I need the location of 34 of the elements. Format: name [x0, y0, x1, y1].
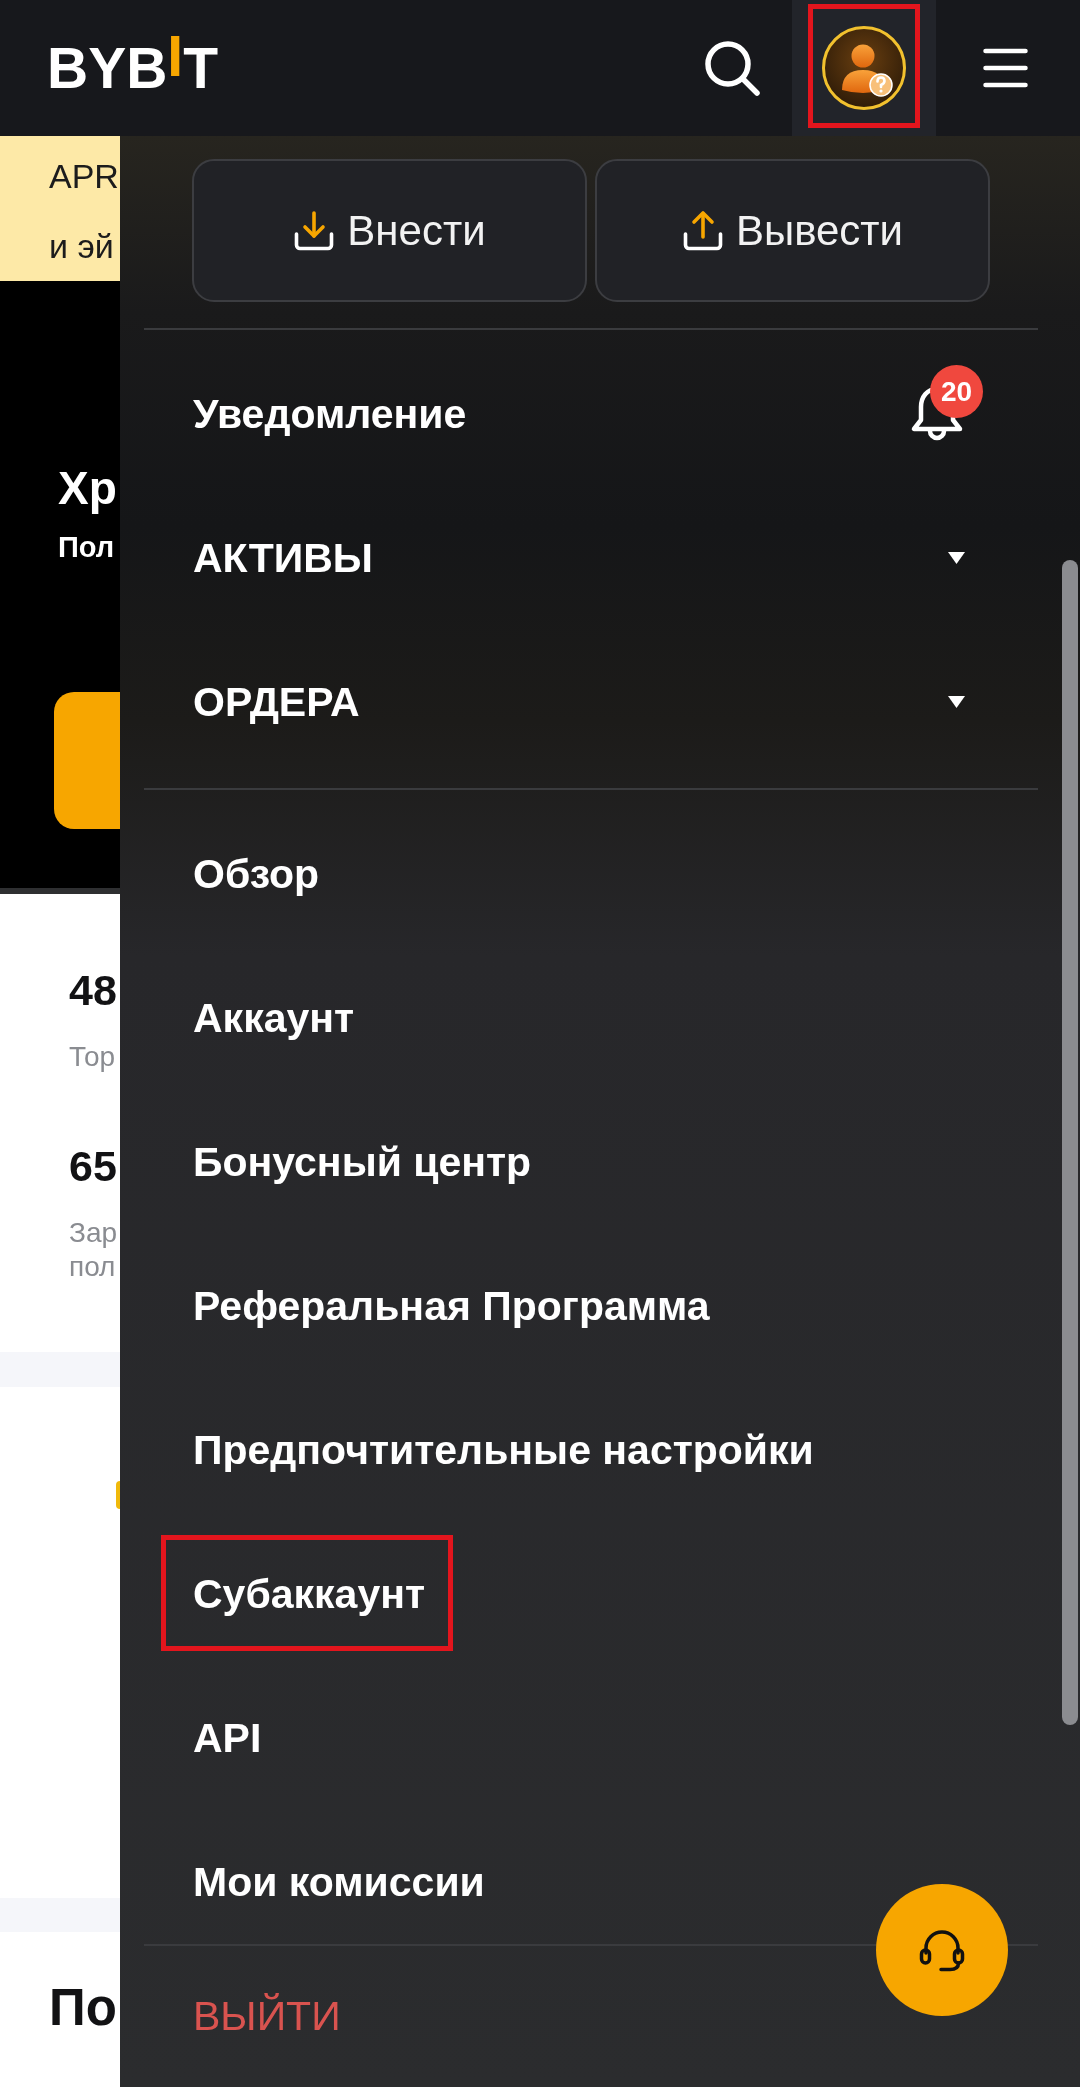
notification-badge: 20 — [930, 365, 983, 418]
menu-item[interactable]: Аккаунт — [193, 993, 355, 1043]
caret-icon[interactable] — [948, 696, 965, 708]
menu-item[interactable]: Предпочтительные настройки — [193, 1425, 814, 1475]
caret-icon[interactable] — [948, 552, 965, 564]
headset-icon[interactable] — [918, 1927, 966, 1973]
menu-item[interactable]: Реферальная Программа — [193, 1281, 710, 1331]
hero-title: Хр — [58, 461, 117, 516]
menu-icon[interactable] — [983, 48, 1028, 88]
banner-text: APR — [49, 156, 119, 197]
menu-item[interactable]: Субаккаунт — [193, 1569, 426, 1619]
stat-label: пол — [69, 1250, 116, 1284]
menu-item[interactable]: Обзор — [193, 849, 320, 899]
menu-item[interactable]: Уведомление — [193, 389, 467, 439]
menu-item[interactable]: Мои комиссии — [193, 1857, 485, 1907]
stat-label: Зар — [69, 1216, 118, 1250]
menu-item[interactable]: ВЫЙТИ — [193, 1991, 341, 2041]
section-title: По — [49, 1978, 117, 2038]
stat-value: 48 — [69, 965, 117, 1016]
stat-label: Тор — [69, 1040, 116, 1074]
deposit-button[interactable]: Внести — [192, 159, 587, 302]
upload-icon[interactable] — [681, 209, 724, 252]
menu-item[interactable]: АКТИВЫ — [193, 533, 373, 583]
hero-subtitle: Пол — [58, 530, 115, 565]
scrollbar[interactable] — [1062, 560, 1078, 1725]
menu-item[interactable]: ОРДЕРА — [193, 677, 360, 727]
search-icon[interactable] — [704, 39, 761, 97]
banner-text: и эй — [49, 226, 114, 267]
stat-value: 65 — [69, 1141, 117, 1192]
menu-item[interactable]: API — [193, 1713, 262, 1763]
menu-item[interactable]: Бонусный центр — [193, 1137, 532, 1187]
avatar-icon[interactable] — [822, 26, 906, 110]
withdraw-button[interactable]: Вывести — [595, 159, 990, 302]
download-icon[interactable] — [293, 209, 336, 252]
